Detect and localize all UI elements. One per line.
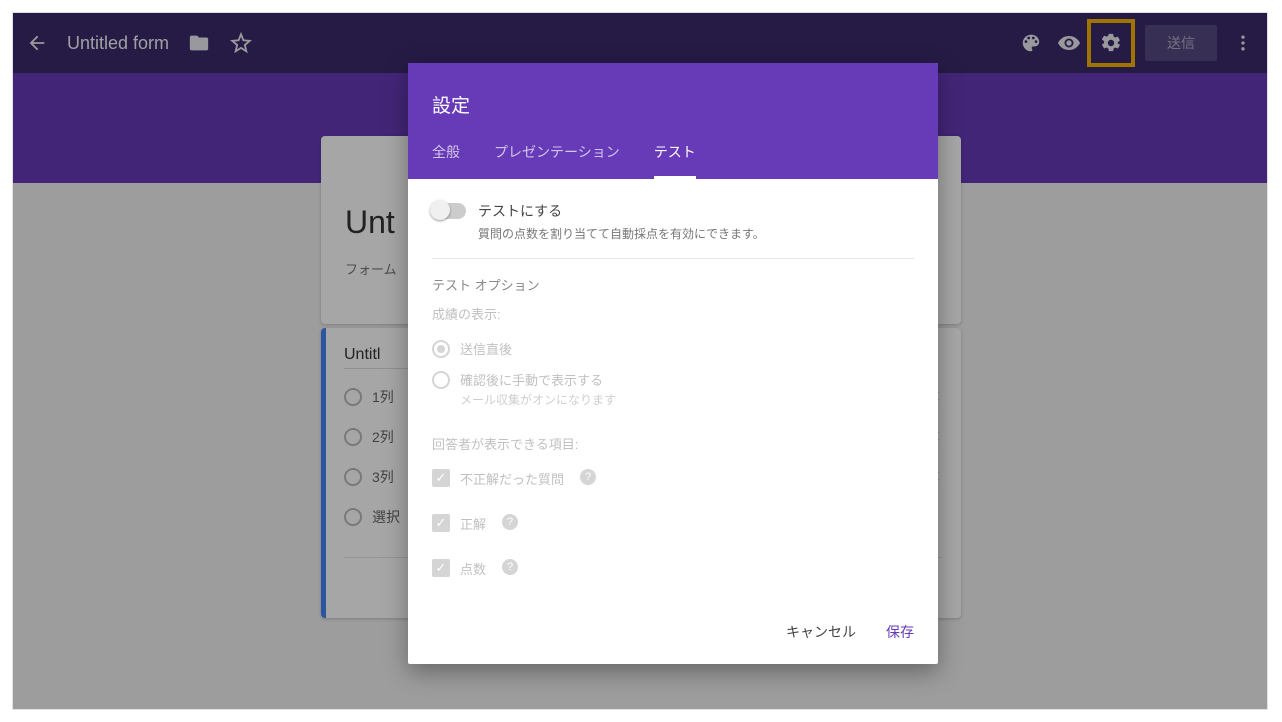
release-immediate-row: 送信直後 [432,333,914,364]
checkbox-icon [432,469,450,487]
radio-icon [432,371,450,389]
missed-row: 不正解だった質問 [432,463,914,494]
tab-presentation[interactable]: プレゼンテーション [494,142,620,179]
modal-tabs: 全般 プレゼンテーション テスト [432,142,914,179]
points-row: 点数 [432,553,914,584]
quiz-options-label: テスト オプション [432,275,914,294]
modal-header: 設定 全般 プレゼンテーション テスト [408,63,938,179]
modal-title: 設定 [432,91,914,118]
cancel-button[interactable]: キャンセル [786,622,856,642]
release-later-label: 確認後に手動で表示する [460,370,616,389]
release-heading: 成績の表示: [432,304,914,323]
modal-body: テストにする 質問の点数を割り当てて自動採点を有効にできます。 テスト オプショ… [408,179,938,606]
release-immediate-label: 送信直後 [460,339,512,358]
save-button[interactable]: 保存 [886,622,914,642]
settings-modal: 設定 全般 プレゼンテーション テスト テストにする 質問の点数を割り当てて自動… [408,63,938,664]
modal-footer: キャンセル 保存 [408,606,938,664]
points-label: 点数 [460,559,486,578]
help-icon [502,514,518,530]
checkbox-icon [432,559,450,577]
correct-row: 正解 [432,508,914,539]
checkbox-icon [432,514,450,532]
missed-label: 不正解だった質問 [460,469,564,488]
release-later-sub: メール収集がオンになります [460,391,616,408]
release-later-row: 確認後に手動で表示する メール収集がオンになります [432,364,914,414]
make-quiz-row: テストにする 質問の点数を割り当てて自動採点を有効にできます。 [432,201,914,259]
make-quiz-toggle[interactable] [432,203,466,219]
help-icon [580,469,596,485]
correct-label: 正解 [460,514,486,533]
tab-general[interactable]: 全般 [432,142,460,179]
make-quiz-label: テストにする [478,201,765,221]
radio-icon [432,340,450,358]
tab-test[interactable]: テスト [654,142,696,179]
help-icon [502,559,518,575]
make-quiz-desc: 質問の点数を割り当てて自動採点を有効にできます。 [478,225,765,242]
respondent-see-heading: 回答者が表示できる項目: [432,434,914,453]
